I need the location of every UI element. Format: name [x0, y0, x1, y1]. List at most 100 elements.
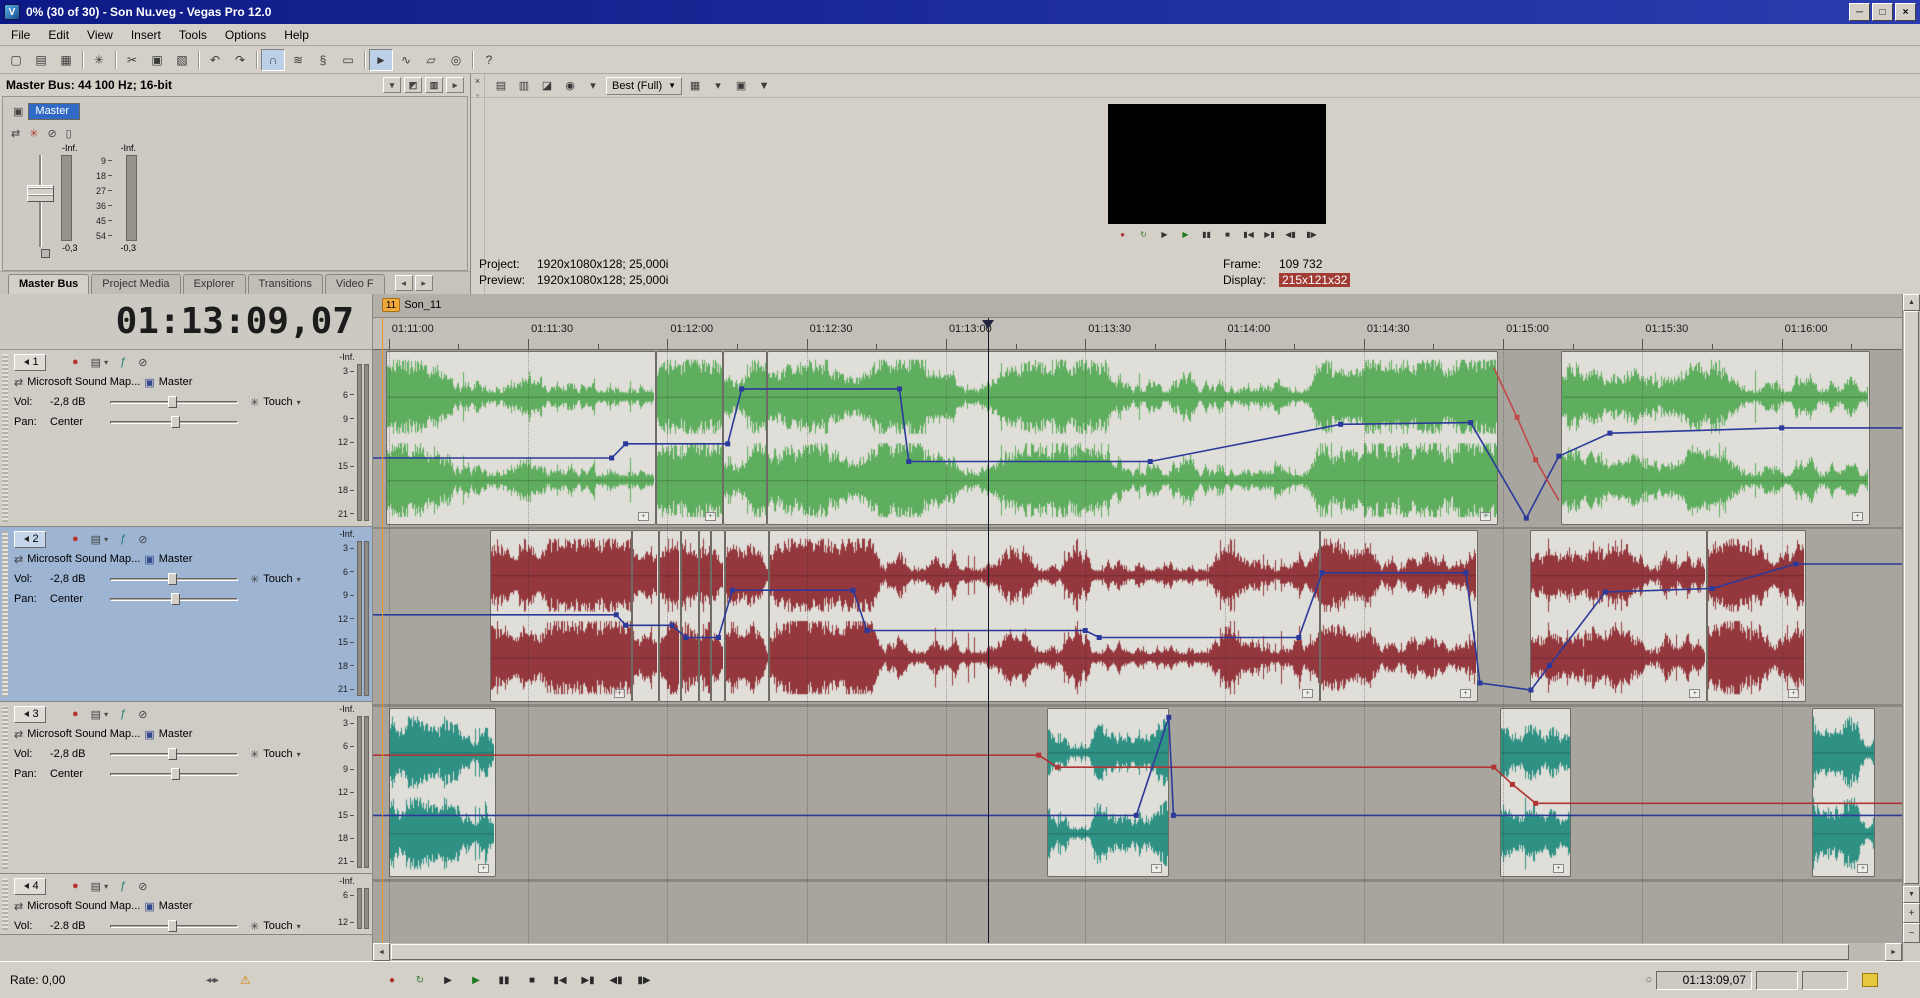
automation-gear-icon[interactable]: ✳	[250, 573, 259, 586]
track-number[interactable]: 3	[14, 706, 46, 723]
video-preview-options-button[interactable]: ▤	[491, 77, 511, 95]
next-frame-button[interactable]: ▮▶	[1303, 227, 1321, 242]
bus-assign-icon[interactable]: ▣	[144, 728, 154, 741]
track-fx-button[interactable]: ƒ	[120, 880, 126, 892]
chevron-down-icon[interactable]: ▾	[297, 398, 301, 407]
audio-event[interactable]: +	[1530, 530, 1707, 702]
audio-event[interactable]: +	[1047, 708, 1170, 877]
auto-ripple-button[interactable]: ≋	[286, 49, 310, 71]
master-fader-thumb[interactable]	[27, 185, 54, 202]
go-to-start-button[interactable]: ▮◀	[547, 969, 573, 991]
input-routing-icon[interactable]: ⇄	[14, 376, 23, 389]
record-arm-button[interactable]: ●	[72, 880, 79, 892]
vol-value[interactable]: -2.8 dB	[50, 920, 106, 932]
automation-settings-button[interactable]: ▤	[91, 356, 101, 369]
audio-event[interactable]	[723, 351, 767, 525]
mixer-properties-button[interactable]: ▸	[446, 77, 464, 93]
split-screen-view-button[interactable]: ◪	[537, 77, 557, 95]
track-header-4[interactable]: 4●▤▾ƒ⊘⇄Microsoft Sound Map...▣MasterVol:…	[0, 874, 372, 935]
save-snapshot-button[interactable]: ▼	[754, 77, 774, 95]
marker[interactable]: 11Son_11	[382, 298, 442, 312]
event-generic-icon[interactable]: +	[1788, 689, 1799, 698]
track-lane-1[interactable]: + + + +	[373, 350, 1902, 527]
record-arm-button[interactable]: ●	[72, 356, 79, 368]
audio-event[interactable]: +	[769, 530, 1320, 702]
menu-tools[interactable]: Tools	[170, 25, 216, 45]
fader-lock-icon[interactable]	[41, 249, 50, 258]
track-drag-grip[interactable]	[2, 531, 8, 697]
event-generic-icon[interactable]: +	[478, 864, 489, 873]
mute-button[interactable]: ⊘	[138, 533, 147, 546]
cut-button[interactable]: ✂	[120, 49, 144, 71]
play-from-start-button[interactable]: ▶	[1156, 227, 1174, 242]
track-lane-4[interactable]	[373, 882, 1902, 943]
chevron-down-icon[interactable]: ▾	[297, 750, 301, 759]
bus-assign-icon[interactable]: ▣	[144, 900, 154, 913]
automation-mode-label[interactable]: Touch	[263, 396, 292, 408]
cursor-time-box[interactable]: 01:13:09,07	[1656, 971, 1752, 990]
stop-button[interactable]: ■	[519, 969, 545, 991]
track-lane-3[interactable]: ++++	[373, 707, 1902, 879]
mute-button[interactable]: ⊘	[138, 356, 147, 369]
redo-button[interactable]: ↷	[228, 49, 252, 71]
menu-options[interactable]: Options	[216, 25, 275, 45]
audio-event[interactable]: +	[386, 351, 655, 525]
go-to-end-button[interactable]: ▶▮	[575, 969, 601, 991]
master-bus-name[interactable]: Master	[28, 103, 80, 120]
vol-slider[interactable]	[110, 395, 238, 409]
audio-event[interactable]: +	[656, 351, 723, 525]
audio-event[interactable]: +	[1320, 530, 1478, 702]
timeline[interactable]: 11Son_11 01:11:0001:11:3001:12:0001:12:3…	[373, 294, 1902, 943]
project-properties-button[interactable]: ✳	[87, 49, 111, 71]
undo-button[interactable]: ↶	[203, 49, 227, 71]
automation-mode-label[interactable]: Touch	[263, 920, 292, 932]
pan-value[interactable]: Center	[50, 416, 106, 428]
audio-event[interactable]	[681, 530, 700, 702]
audio-event[interactable]: +	[1561, 351, 1870, 525]
tab-video-f[interactable]: Video F	[325, 274, 385, 294]
audio-event[interactable]: +	[1707, 530, 1805, 702]
timeline-time-display[interactable]: 01:13:09,07	[0, 294, 372, 350]
pan-slider-thumb[interactable]	[171, 768, 180, 780]
track-header-2[interactable]: 2●▤▾ƒ⊘⇄Microsoft Sound Map...▣MasterVol:…	[0, 527, 372, 702]
external-monitor-button[interactable]: ▥	[514, 77, 534, 95]
play-button[interactable]: ▶	[463, 969, 489, 991]
automation-mode-label[interactable]: Touch	[263, 573, 292, 585]
vol-slider-thumb[interactable]	[168, 748, 177, 760]
menu-edit[interactable]: Edit	[39, 25, 78, 45]
next-frame-button[interactable]: ▮▶	[631, 969, 657, 991]
scroll-up-button[interactable]: ▲	[1903, 294, 1920, 311]
ignore-event-grouping-button[interactable]: ▭	[336, 49, 360, 71]
automation-gear-icon[interactable]: ✳	[250, 748, 259, 761]
event-generic-icon[interactable]: +	[1480, 512, 1491, 521]
pan-value[interactable]: Center	[50, 593, 106, 605]
event-generic-icon[interactable]: +	[1151, 864, 1162, 873]
new-project-button[interactable]: ▢	[4, 49, 28, 71]
dock-close-icon[interactable]: ×	[475, 76, 480, 86]
menu-insert[interactable]: Insert	[122, 25, 170, 45]
automation-gear-icon[interactable]: ✳	[250, 920, 259, 933]
mute-button[interactable]: ⊘	[138, 880, 147, 893]
vol-value[interactable]: -2,8 dB	[50, 396, 106, 408]
record-arm-button[interactable]: ●	[72, 533, 79, 545]
track-number[interactable]: 4	[14, 878, 46, 895]
pause-button[interactable]: ▮▮	[491, 969, 517, 991]
tab-master-bus[interactable]: Master Bus	[8, 274, 89, 294]
record-button[interactable]: ●	[379, 969, 405, 991]
close-button[interactable]: ×	[1895, 3, 1916, 21]
audio-event[interactable]: +	[490, 530, 632, 702]
go-to-end-button[interactable]: ▶▮	[1261, 227, 1279, 242]
scroll-down-button[interactable]: ▼	[1903, 886, 1920, 903]
copy-snapshot-button[interactable]: ▣	[731, 77, 751, 95]
audio-event[interactable]: +	[1500, 708, 1571, 877]
record-arm-button[interactable]: ●	[72, 708, 79, 720]
bus-assign-icon[interactable]: ▣	[144, 553, 154, 566]
preview-grid-dropdown-icon[interactable]: ▾	[708, 77, 728, 95]
save-button[interactable]: ▦	[54, 49, 78, 71]
vol-value[interactable]: -2,8 dB	[50, 748, 106, 760]
event-generic-icon[interactable]: +	[638, 512, 649, 521]
chevron-down-icon[interactable]: ▾	[104, 882, 108, 891]
tab-transitions[interactable]: Transitions	[248, 274, 323, 294]
input-routing-icon[interactable]: ⇄	[14, 728, 23, 741]
dim-output-button[interactable]: ◩	[404, 77, 422, 93]
